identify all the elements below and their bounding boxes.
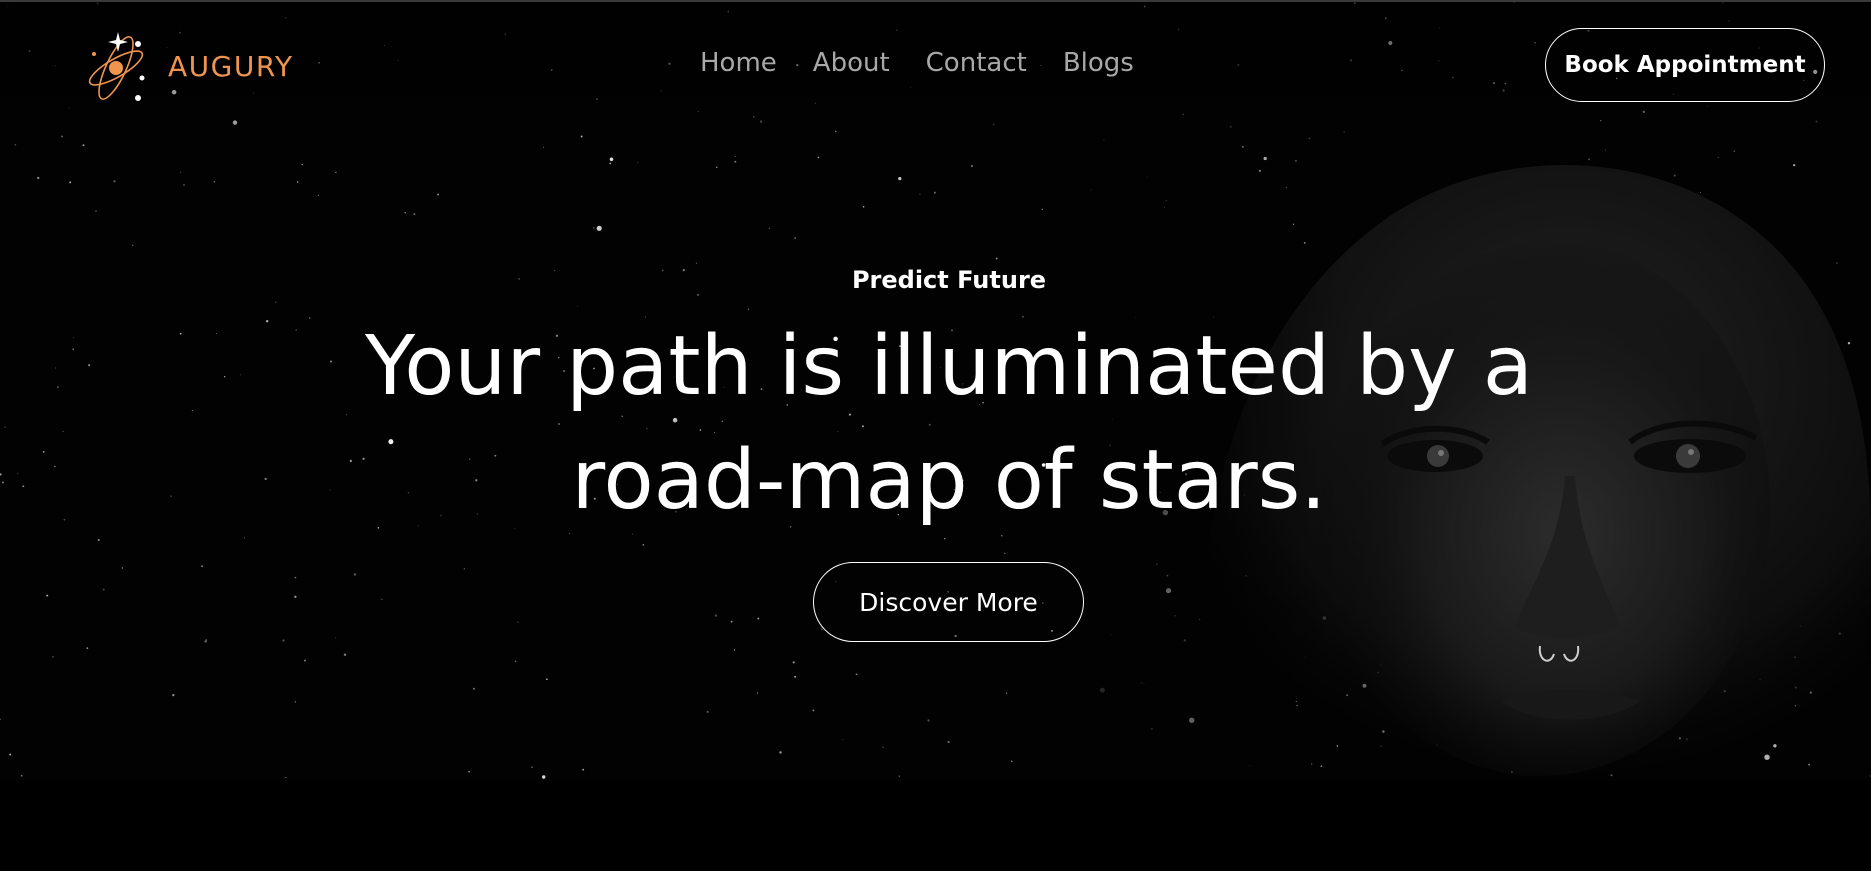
nav-item-blogs[interactable]: Blogs — [1063, 48, 1134, 78]
nav-item-home[interactable]: Home — [700, 48, 777, 78]
nav-item-about[interactable]: About — [813, 48, 890, 78]
discover-more-button[interactable]: Discover More — [813, 562, 1084, 642]
brand[interactable]: AUGURY — [80, 26, 294, 106]
main-nav: Home About Contact Blogs — [700, 48, 1170, 78]
section-divider — [0, 781, 1871, 871]
book-appointment-button[interactable]: Book Appointment — [1545, 28, 1825, 102]
brand-name: AUGURY — [168, 49, 294, 83]
atom-star-logo-icon — [88, 32, 145, 101]
site-header: AUGURY Home About Contact Blogs Book App… — [0, 2, 1871, 126]
hero-headline-line-1: Your path is illuminated by a — [365, 319, 1533, 414]
hero-headline-line-2: road-map of stars. — [571, 433, 1327, 528]
hero-eyebrow: Predict Future — [851, 266, 1047, 294]
hero-headline: Your path is illuminated by a road-map o… — [300, 310, 1598, 538]
page: Predict Future Your path is illuminated … — [0, 0, 1871, 871]
nav-item-contact[interactable]: Contact — [926, 48, 1027, 78]
